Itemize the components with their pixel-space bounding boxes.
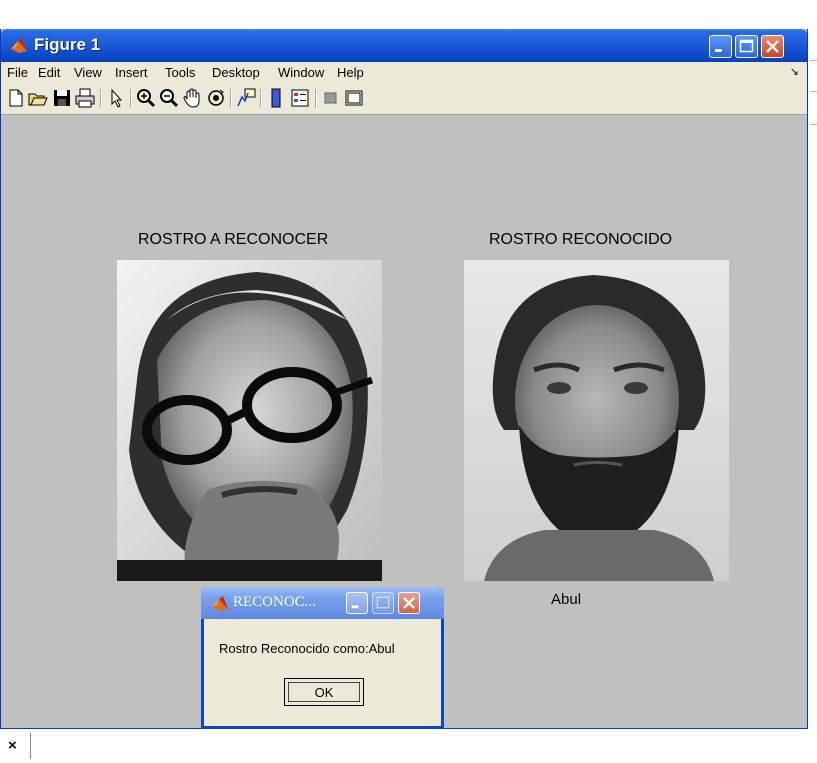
background-window-edge xyxy=(810,29,817,729)
insert-colorbar-icon[interactable] xyxy=(265,87,287,109)
insert-legend-icon[interactable] xyxy=(289,87,311,109)
hide-plot-tools-icon[interactable] xyxy=(320,87,342,109)
dialog-close-button[interactable] xyxy=(398,592,420,614)
recognized-face-image xyxy=(464,260,729,581)
figure-toolbar xyxy=(1,84,807,115)
window-titlebar[interactable]: Figure 1 xyxy=(1,29,807,62)
query-face-image xyxy=(117,260,382,581)
minimize-icon xyxy=(715,49,722,52)
menu-edit[interactable]: Edit xyxy=(38,65,60,80)
menu-view[interactable]: View xyxy=(74,65,102,80)
divider xyxy=(30,733,31,759)
zoom-in-icon[interactable] xyxy=(135,87,157,109)
matlab-logo-icon xyxy=(212,596,228,611)
close-button[interactable] xyxy=(761,35,784,58)
save-icon[interactable] xyxy=(51,87,73,109)
edit-plot-icon[interactable] xyxy=(105,87,127,109)
rotate-3d-icon[interactable] xyxy=(205,87,227,109)
ok-button-label: OK xyxy=(314,684,334,700)
dialog-message: Rostro Reconocido como:Abul xyxy=(219,641,395,656)
recognized-name-label: Abul xyxy=(551,591,582,608)
left-plot-title: ROSTRO A RECONOCER xyxy=(138,231,329,248)
menu-file[interactable]: File xyxy=(7,65,28,80)
data-cursor-icon[interactable] xyxy=(235,87,257,109)
right-plot-title: ROSTRO RECONOCIDO xyxy=(489,231,673,248)
dialog-maximize-button xyxy=(372,592,394,614)
ok-button[interactable]: OK xyxy=(284,678,364,706)
minimize-button[interactable] xyxy=(709,35,732,58)
menu-help[interactable]: Help xyxy=(337,65,364,80)
open-file-icon[interactable] xyxy=(27,87,49,109)
dialog-minimize-button[interactable] xyxy=(346,592,368,614)
dialog-title: RECONOC... xyxy=(233,594,316,610)
maximize-icon xyxy=(376,596,390,609)
minimize-icon xyxy=(351,605,359,609)
zoom-out-icon[interactable] xyxy=(158,87,180,109)
maximize-icon xyxy=(739,39,754,53)
menu-dock-arrow[interactable]: ↘ xyxy=(790,65,799,78)
desktop-background xyxy=(0,0,817,29)
dialog-titlebar[interactable]: RECONOC... xyxy=(201,587,444,619)
menu-window[interactable]: Window xyxy=(278,65,324,80)
window-title: Figure 1 xyxy=(34,35,101,54)
close-icon xyxy=(766,40,779,53)
close-icon xyxy=(402,596,416,610)
menu-tools[interactable]: Tools xyxy=(165,65,195,80)
pan-icon[interactable] xyxy=(181,87,203,109)
close-x-icon[interactable]: × xyxy=(8,737,17,754)
menu-bar: File Edit View Insert Tools Desktop Wind… xyxy=(1,62,807,84)
print-icon[interactable] xyxy=(74,87,96,109)
new-figure-icon[interactable] xyxy=(5,87,27,109)
menu-desktop[interactable]: Desktop xyxy=(212,65,260,80)
maximize-button[interactable] xyxy=(735,35,758,58)
menu-insert[interactable]: Insert xyxy=(115,65,148,80)
matlab-logo-icon xyxy=(11,38,27,53)
recognition-dialog: RECONOC... Rostro Reconocido como:Abul O… xyxy=(201,587,444,729)
show-plot-tools-icon[interactable] xyxy=(343,87,365,109)
